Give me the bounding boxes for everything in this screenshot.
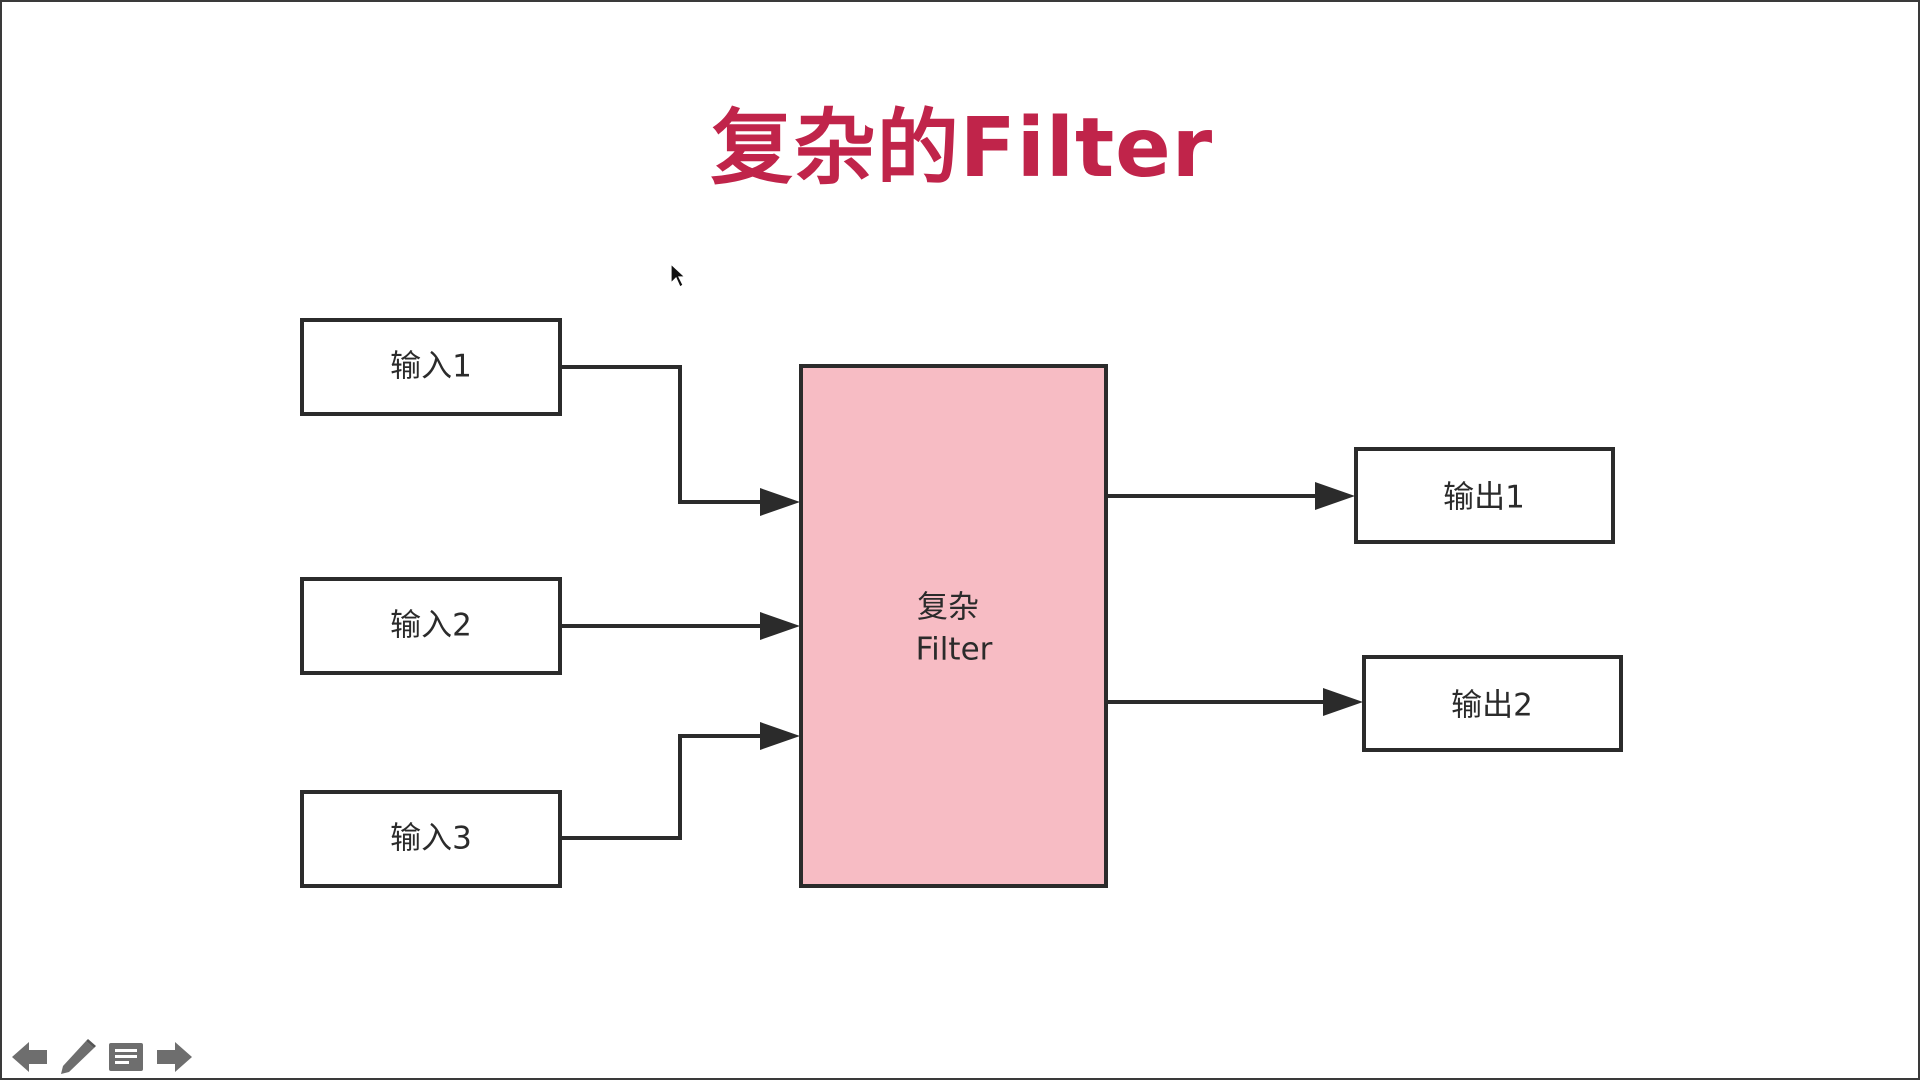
node-output-2: 输出2 [1362,655,1623,752]
arrowhead-icon [1323,688,1363,716]
node-input-1: 输入1 [300,318,562,416]
node-label: 输入3 [390,821,472,857]
filter-label-line1: 复杂 [917,590,979,626]
slide: 复杂的Filter 输入1 输入2 输入3 复杂 Filter 输出1 输出2 [0,0,1920,1080]
pen-tool-button[interactable] [56,1036,100,1078]
arrow-right-icon [157,1042,192,1072]
presentation-toolbar [8,1036,196,1078]
node-label: 输出2 [1451,688,1533,724]
previous-slide-button[interactable] [8,1036,52,1078]
arrowhead-icon [760,722,800,750]
arrowhead-icon [760,612,800,640]
pencil-icon [61,1039,96,1074]
edge-input3-to-filter [560,722,800,840]
arrowhead-icon [760,488,800,516]
edge-input2-to-filter [560,612,800,640]
node-label: 输入2 [390,608,472,644]
mouse-cursor-icon [670,263,686,288]
arrowhead-icon [1315,482,1355,510]
node-input-2: 输入2 [300,577,562,675]
node-label: 输出1 [1443,480,1525,516]
edge-filter-to-output1 [1106,482,1355,510]
edge-filter-to-output2 [1106,688,1363,716]
filter-label-line2: Filter [916,632,993,668]
node-label: 输入1 [390,349,472,385]
next-slide-button[interactable] [152,1036,196,1078]
arrow-left-icon [12,1042,47,1072]
flow-diagram: 输入1 输入2 输入3 复杂 Filter 输出1 输出2 [300,318,1623,888]
node-output-1: 输出1 [1354,447,1615,544]
edge-input1-to-filter [560,365,800,516]
slide-menu-button[interactable] [104,1036,148,1078]
node-input-3: 输入3 [300,790,562,888]
menu-icon [109,1043,143,1071]
node-filter: 复杂 Filter [799,364,1108,888]
